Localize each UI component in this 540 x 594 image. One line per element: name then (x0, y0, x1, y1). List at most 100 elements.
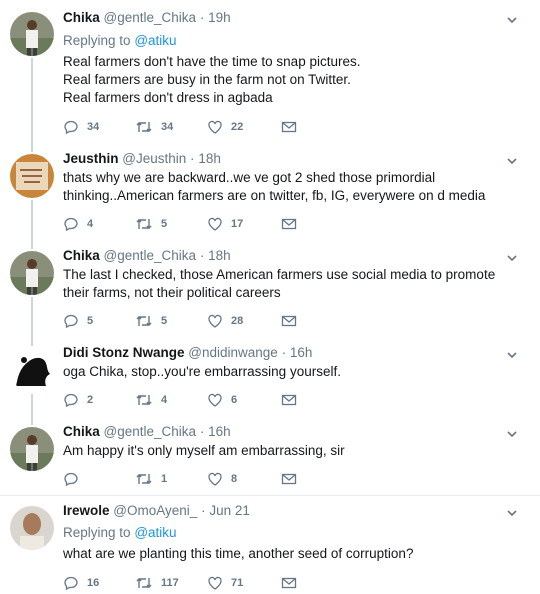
tweet-text: thats why we are backward..we ve got 2 s… (63, 169, 523, 205)
avatar[interactable] (10, 348, 54, 392)
reply-icon (64, 393, 78, 408)
timestamp[interactable]: 16h (208, 424, 231, 439)
reply-handle-link[interactable]: @atiku (134, 33, 176, 48)
reply-icon (64, 217, 78, 232)
user-handle[interactable]: @OmoAyeni_ (113, 503, 197, 518)
tweet-header: Chika @gentle_Chika · 16h (63, 424, 231, 439)
chevron-down-icon[interactable] (506, 155, 518, 167)
retweet-button[interactable]: 117 (135, 574, 179, 592)
user-handle[interactable]: @gentle_Chika (104, 248, 197, 263)
direct-message-button[interactable] (281, 470, 297, 488)
like-count: 71 (231, 577, 244, 589)
tweet-line: Real farmers are busy in the farm not on… (63, 72, 351, 87)
reply-button[interactable]: 5 (63, 312, 93, 330)
tweet-header: Didi Stonz Nwange @ndidinwange · 16h (63, 345, 312, 360)
envelope-icon (281, 315, 297, 327)
user-handle[interactable]: @Jeusthin (122, 151, 186, 166)
display-name[interactable]: Chika (63, 10, 100, 25)
direct-message-button[interactable] (281, 574, 297, 592)
reply-icon (64, 472, 78, 487)
retweet-icon (136, 578, 152, 588)
like-button[interactable]: 28 (207, 312, 243, 330)
user-handle[interactable]: @ndidinwange (188, 345, 278, 360)
retweet-button[interactable]: 5 (135, 312, 167, 330)
tweet[interactable]: Didi Stonz Nwange @ndidinwange · 16h oga… (0, 342, 540, 421)
tweet-line: their farms, not their political careers (63, 285, 281, 300)
retweet-button[interactable]: 1 (135, 470, 167, 488)
thread-line (31, 148, 33, 152)
reply-button[interactable]: 2 (63, 391, 93, 409)
retweet-icon (136, 316, 152, 326)
user-handle[interactable]: @gentle_Chika (104, 10, 197, 25)
display-name[interactable]: Didi Stonz Nwange (63, 345, 185, 360)
tweet[interactable]: Jeusthin @Jeusthin · 18h thats why we ar… (0, 148, 540, 245)
retweet-button[interactable]: 5 (135, 215, 167, 233)
retweet-icon (136, 122, 152, 132)
tweet-header: Chika @gentle_Chika · 18h (63, 248, 231, 263)
tweet[interactable]: Chika @gentle_Chika · 19h Replying to @a… (0, 0, 540, 148)
direct-message-button[interactable] (281, 215, 297, 233)
retweet-icon (136, 395, 152, 405)
reply-handle-link[interactable]: @atiku (134, 525, 176, 540)
retweet-button[interactable]: 4 (135, 391, 167, 409)
direct-message-button[interactable] (281, 118, 297, 136)
thread-line (31, 421, 33, 425)
thread-line (31, 394, 33, 421)
tweet[interactable]: Chika @gentle_Chika · 18h The last I che… (0, 245, 540, 342)
timestamp[interactable]: 18h (208, 248, 231, 263)
thread-line (31, 297, 33, 342)
avatar[interactable] (10, 506, 54, 550)
reply-icon (64, 576, 78, 591)
timestamp[interactable]: 18h (198, 151, 221, 166)
avatar[interactable] (10, 154, 54, 198)
chevron-down-icon[interactable] (506, 349, 518, 361)
chevron-down-icon[interactable] (506, 428, 518, 440)
direct-message-button[interactable] (281, 391, 297, 409)
display-name[interactable]: Chika (63, 248, 100, 263)
like-button[interactable]: 71 (207, 574, 243, 592)
chevron-down-icon[interactable] (506, 14, 518, 26)
tweet[interactable]: Irewole @OmoAyeni_ · Jun 21 Replying to … (0, 496, 540, 594)
retweet-count: 34 (161, 121, 174, 133)
like-button[interactable]: 17 (207, 215, 243, 233)
avatar[interactable] (10, 251, 54, 295)
reply-button[interactable] (63, 470, 87, 488)
retweet-count: 5 (161, 218, 168, 230)
timestamp[interactable]: 19h (208, 10, 231, 25)
display-name[interactable]: Chika (63, 424, 100, 439)
separator: · (281, 345, 287, 360)
thread-line (31, 200, 33, 245)
reply-button[interactable]: 4 (63, 215, 93, 233)
user-handle[interactable]: @gentle_Chika (104, 424, 197, 439)
tweet-line: thats why we are backward..we ve got 2 s… (63, 170, 436, 185)
reply-count: 34 (87, 121, 100, 133)
tweet[interactable]: Chika @gentle_Chika · 16h Am happy it's … (0, 421, 540, 495)
chevron-down-icon[interactable] (506, 507, 518, 519)
reply-count: 2 (87, 394, 94, 406)
separator: · (190, 151, 195, 166)
like-button[interactable]: 8 (207, 470, 237, 488)
tweet-text: what are we planting this time, another … (63, 545, 523, 563)
envelope-icon (281, 473, 297, 485)
timestamp[interactable]: Jun 21 (209, 503, 250, 518)
tweet-line: The last I checked, those American farme… (63, 267, 496, 282)
like-button[interactable]: 6 (207, 391, 237, 409)
timestamp[interactable]: 16h (290, 345, 313, 360)
display-name[interactable]: Jeusthin (63, 151, 119, 166)
reply-button[interactable]: 34 (63, 118, 99, 136)
tweet-line: Am happy it's only myself am embarrassin… (63, 443, 345, 458)
retweet-button[interactable]: 34 (135, 118, 173, 136)
separator: · (199, 248, 205, 263)
avatar[interactable] (10, 12, 54, 56)
reply-button[interactable]: 16 (63, 574, 99, 592)
chevron-down-icon[interactable] (506, 252, 518, 264)
direct-message-button[interactable] (281, 312, 297, 330)
thread-line (31, 245, 33, 249)
like-button[interactable]: 22 (207, 118, 243, 136)
heart-icon (208, 393, 222, 407)
tweet-header: Irewole @OmoAyeni_ · Jun 21 (63, 503, 250, 518)
display-name[interactable]: Irewole (63, 503, 110, 518)
replying-to-label: Replying to (63, 525, 131, 540)
avatar[interactable] (10, 427, 54, 471)
heart-icon (208, 472, 222, 486)
